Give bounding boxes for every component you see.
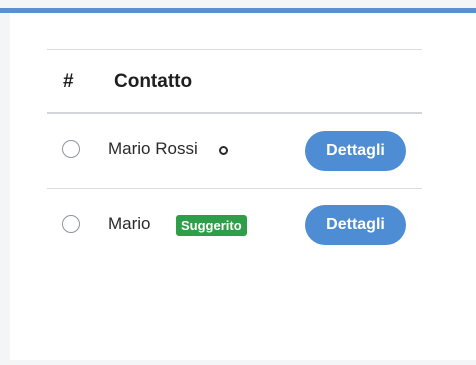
contact-name: Mario <box>108 214 151 233</box>
row-select-radio[interactable] <box>62 215 80 233</box>
column-header-contact: Contatto <box>114 71 193 92</box>
details-button[interactable]: Dettagli <box>305 131 406 171</box>
column-header-number: # <box>63 71 74 92</box>
table-row: Mario Rossi Dettagli <box>47 114 422 188</box>
app-frame: # Contatto Mario Rossi Dettagli Mario Su… <box>0 0 476 365</box>
row-select-radio[interactable] <box>62 140 80 158</box>
table-row: Mario Suggerito Dettagli <box>47 189 422 263</box>
details-button[interactable]: Dettagli <box>305 205 406 245</box>
contacts-table: # Contatto Mario Rossi Dettagli Mario Su… <box>47 49 422 263</box>
suggested-badge: Suggerito <box>176 215 247 236</box>
table-header-row: # Contatto <box>47 50 422 112</box>
contact-name: Mario Rossi <box>108 139 198 158</box>
circle-outline-icon <box>219 146 228 155</box>
